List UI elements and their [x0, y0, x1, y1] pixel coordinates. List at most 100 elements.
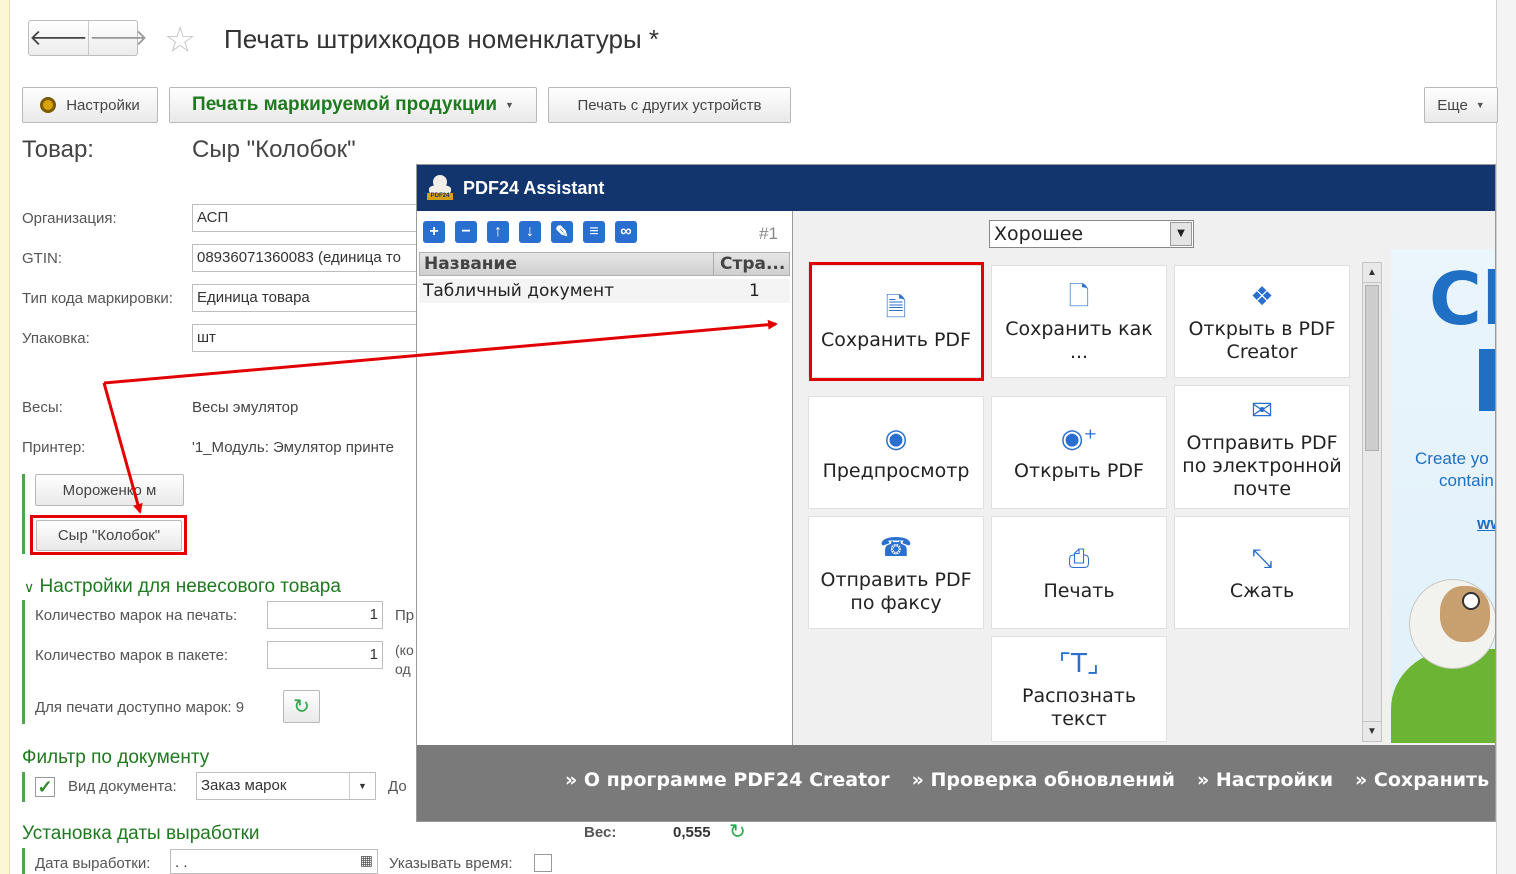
add-icon[interactable]: + [423, 221, 445, 243]
gtin-field[interactable]: 08936071360083 (единица то [192, 244, 422, 272]
date-value: . . [175, 854, 188, 871]
tile-label: Печать [1043, 580, 1115, 602]
table-row[interactable]: Табличный документ 1 [419, 279, 790, 303]
group-bar [22, 600, 25, 724]
count-pack-suffix: (ко [395, 642, 414, 658]
chevron-down-icon: ∨ [24, 579, 35, 595]
nav-buttons: 🡐 🡒 [28, 20, 148, 56]
doc-type-checkbox[interactable]: ✓ [35, 777, 55, 797]
file-list-pane: + − ↑ ↓ ✎ ≡ ∞ #1 Название Стра... Таблич… [417, 211, 792, 746]
save-as-icon: 🗋 [1068, 281, 1090, 312]
open-in-creator-tile[interactable]: ❖ Открыть в PDF Creator [1174, 265, 1350, 378]
time-checkbox[interactable] [534, 854, 552, 872]
file-toolbar: + − ↑ ↓ ✎ ≡ ∞ [423, 221, 637, 243]
highlight-box-save-pdf [809, 262, 984, 381]
product-button-cheese[interactable]: Сыр "Колобок" [36, 520, 182, 551]
gear-icon [40, 97, 57, 113]
refresh-button[interactable]: ↻ [283, 690, 320, 723]
printer-icon: ⎙ [1068, 544, 1090, 574]
more-label: Еще [1437, 96, 1468, 114]
save-as-tile[interactable]: 🗋 Сохранить как ... [991, 265, 1167, 378]
quality-value: Хорошее [994, 223, 1084, 245]
gtin-label: GTIN: [22, 250, 62, 267]
date-input[interactable]: . . ▦ [170, 849, 378, 874]
settings-link[interactable]: » Настройки [1197, 769, 1333, 791]
print-marked-button[interactable]: Печать маркируемой продукции ▼ [169, 87, 537, 123]
product-button-label: Сыр "Колобок" [57, 527, 161, 544]
tile-label: Отправить PDF по факсу [820, 568, 972, 614]
calendar-icon[interactable]: ▦ [360, 852, 373, 869]
column-header-name[interactable]: Название [420, 253, 714, 275]
about-link[interactable]: » О программе PDF24 Creator [565, 769, 890, 791]
page-title: Печать штрихкодов номенклатуры * [224, 24, 660, 54]
print-other-devices-button[interactable]: Печать с других устройств [548, 87, 791, 123]
doc-type-select[interactable]: Заказ марок ▼ [196, 772, 376, 800]
pdf24-titlebar: PDF24 PDF24 Assistant [417, 165, 1495, 211]
pane-divider [792, 211, 793, 746]
compress-tile[interactable]: ⤡ Сжать [1174, 516, 1350, 629]
production-date-heading: Установка даты выработки [22, 823, 260, 844]
open-pdf-tile[interactable]: ◉⁺ Открыть PDF [991, 396, 1167, 509]
product-label: Товар: [22, 136, 94, 163]
ad-banner[interactable]: Cl Create yo contain ww [1391, 249, 1495, 743]
ocr-tile[interactable]: ⌜T⌟ Распознать текст [991, 636, 1167, 742]
scroll-down-arrow-icon[interactable]: ▼ [1363, 721, 1381, 741]
group-bar [22, 848, 25, 874]
column-header-pages[interactable]: Стра... [714, 253, 789, 275]
email-tile[interactable]: ✉ Отправить PDF по электронной почте [1174, 385, 1350, 509]
sheep-mascot-icon [1409, 579, 1495, 669]
quality-select[interactable]: Хорошее ▼ [989, 220, 1194, 248]
scroll-thumb[interactable] [1365, 285, 1379, 451]
tile-label: Сохранить как ... [1005, 317, 1153, 363]
org-label: Организация: [22, 210, 117, 227]
group-bar [22, 772, 25, 802]
fax-icon: ☎ [879, 532, 913, 563]
group-bar [22, 474, 25, 554]
sort-icon[interactable]: ≡ [583, 221, 605, 243]
product-button-icecream[interactable]: Мороженко м [35, 474, 184, 506]
more-button[interactable]: Еще ▼ [1424, 87, 1498, 123]
fax-tile[interactable]: ☎ Отправить PDF по факсу [808, 516, 984, 629]
nonweight-heading[interactable]: ∨ Настройки для невесового товара [24, 576, 341, 598]
left-panel-strip [0, 0, 10, 874]
print-other-label: Печать с других устройств [577, 96, 762, 114]
pdf24-bottom-bar: » О программе PDF24 Creator » Проверка о… [417, 745, 1495, 821]
tiles-scrollbar[interactable]: ▲ ▼ [1362, 262, 1382, 742]
tile-label: Предпросмотр [822, 460, 970, 482]
chevron-down-icon: ▼ [505, 100, 514, 110]
count-pack-label: Количество марок в пакете: [35, 647, 229, 664]
count-pack-input[interactable]: 1 [267, 641, 383, 669]
file-table-header: Название Стра... [419, 252, 790, 276]
tile-label: Распознать текст [1021, 685, 1137, 730]
move-down-icon[interactable]: ↓ [519, 221, 541, 243]
print-tile[interactable]: ⎙ Печать [991, 516, 1167, 629]
check-updates-link[interactable]: » Проверка обновлений [912, 769, 1175, 791]
print-marked-label: Печать маркируемой продукции [192, 94, 498, 115]
scales-value: Весы эмулятор [192, 399, 299, 416]
chevron-down-icon: ▼ [1475, 100, 1485, 110]
move-up-icon[interactable]: ↑ [487, 221, 509, 243]
count-print-input[interactable]: 1 [267, 601, 383, 629]
forward-button[interactable]: 🡒 [88, 21, 148, 55]
envelope-icon: ✉ [1251, 395, 1273, 426]
save-profile-link[interactable]: » Сохранить про [1355, 769, 1495, 791]
back-button[interactable]: 🡐 [29, 21, 88, 55]
ad-link[interactable]: ww [1477, 514, 1495, 534]
favorite-star-icon[interactable]: ☆ [164, 20, 196, 60]
right-scroll-strip[interactable] [1496, 0, 1516, 874]
tile-label: Открыть в PDF Creator [1188, 317, 1336, 363]
count-pack-suffix-2: од [395, 661, 411, 677]
remove-icon[interactable]: − [455, 221, 477, 243]
pack-label: Упаковка: [22, 330, 90, 347]
mark-type-field[interactable]: Единица товара [192, 284, 422, 312]
merge-icon[interactable]: ∞ [615, 221, 637, 243]
edit-icon[interactable]: ✎ [551, 221, 573, 243]
org-field[interactable]: АСП [192, 204, 422, 232]
scales-label: Весы: [22, 399, 63, 416]
pdf24-title: PDF24 Assistant [463, 177, 605, 198]
preview-tile[interactable]: ◉ Предпросмотр [808, 396, 984, 509]
scroll-up-arrow-icon[interactable]: ▲ [1363, 263, 1381, 283]
settings-button[interactable]: Настройки [22, 87, 158, 123]
refresh-weight-icon[interactable]: ↻ [729, 819, 746, 844]
pack-field[interactable]: шт [192, 324, 422, 352]
